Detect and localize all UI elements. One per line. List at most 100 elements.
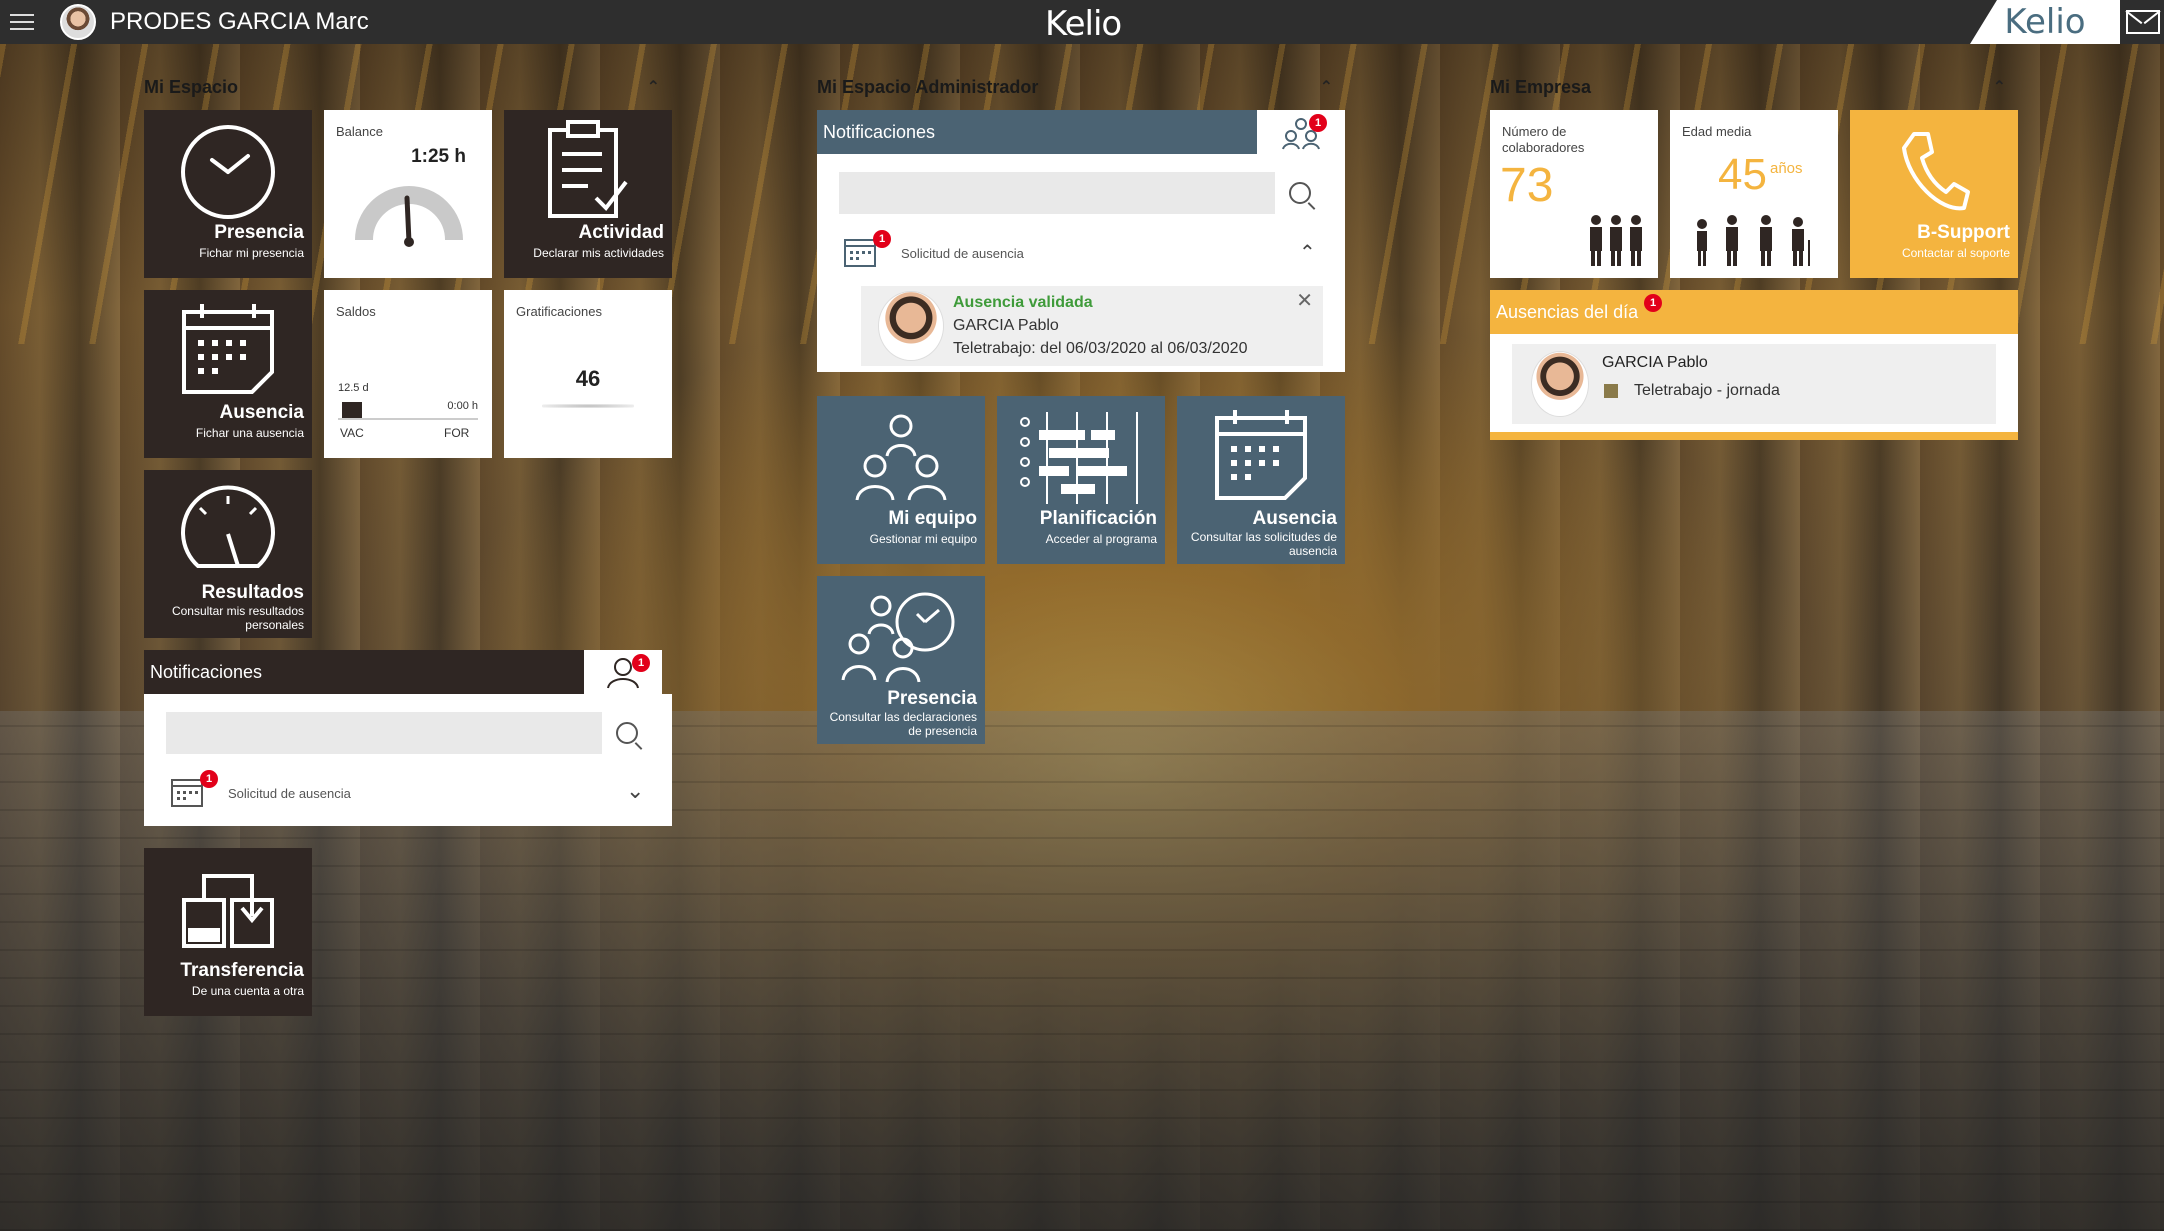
admin-notifications-body: 1 Solicitud de ausencia ⌃ Ausencia valid… xyxy=(817,154,1345,372)
user-name: PRODES GARCIA Marc xyxy=(110,8,369,35)
close-icon[interactable]: ✕ xyxy=(1296,288,1313,313)
people-icon xyxy=(1590,215,1642,266)
section-title: Mi Espacio Administrador xyxy=(817,76,1039,97)
tile-balance[interactable]: Balance 1:25 h xyxy=(324,110,492,278)
search-icon[interactable] xyxy=(1289,182,1311,204)
tile-title: Presencia xyxy=(214,222,304,243)
chevron-down-icon[interactable]: ⌄ xyxy=(626,778,644,804)
tile-subtitle: Fichar una ausencia xyxy=(195,426,304,440)
tile-transferencia[interactable]: Transferencia De una cuenta a otra xyxy=(144,848,312,1016)
search-input[interactable] xyxy=(839,172,1275,214)
ausencias-del-dia-header: Ausencias del día xyxy=(1490,290,2018,334)
divider xyxy=(542,404,634,408)
card-status: Ausencia validada xyxy=(953,294,1093,311)
notifications-title: Notificaciones xyxy=(150,661,263,682)
card-name: GARCIA Pablo xyxy=(953,317,1059,334)
tile-saldos[interactable]: Saldos 12.5 d 0:00 h VAC FOR xyxy=(324,290,492,458)
tile-mi-equipo[interactable]: Mi equipo Gestionar mi equipo xyxy=(817,396,985,564)
section-mi-espacio[interactable]: Mi Espacio ⌃ xyxy=(144,72,660,102)
tile-title: Resultados xyxy=(201,582,304,603)
tile-title: Ausencia xyxy=(1252,508,1337,529)
saldo-vac-label: VAC xyxy=(340,426,364,440)
notification-item-label[interactable]: Solicitud de ausencia xyxy=(901,246,1024,261)
avatar[interactable] xyxy=(60,4,96,40)
clipboard-icon xyxy=(548,120,628,218)
tile-title: Mi equipo xyxy=(888,508,977,529)
tile-title: Ausencia xyxy=(219,402,304,423)
notifications-body: 1 Solicitud de ausencia ⌄ xyxy=(144,694,672,826)
avatar xyxy=(1532,352,1588,416)
card-detail: Teletrabajo: del 06/03/2020 al 06/03/202… xyxy=(953,340,1248,357)
tile-subtitle: Consultar las declaraciones de presencia xyxy=(829,710,977,738)
notification-badge: 1 xyxy=(632,654,650,672)
menu-icon[interactable] xyxy=(0,0,44,44)
tile-title: Planificación xyxy=(1039,508,1157,529)
edad-value: 45 xyxy=(1718,150,1767,199)
tile-subtitle: Consultar mis resultados personales xyxy=(171,604,304,632)
chevron-up-icon[interactable]: ⌃ xyxy=(1320,77,1333,97)
chevron-up-icon[interactable]: ⌃ xyxy=(647,77,660,97)
notifications-tab[interactable]: 1 xyxy=(584,650,662,694)
calendar-icon xyxy=(1215,410,1307,500)
tile-subtitle: Declarar mis actividades xyxy=(533,246,664,260)
saldo-vac-value: 12.5 d xyxy=(338,382,369,394)
search-input[interactable] xyxy=(166,712,602,754)
tile-planificacion[interactable]: Planificación Acceder al programa xyxy=(997,396,1165,564)
section-title: Mi Empresa xyxy=(1490,76,1592,97)
tile-label: Número de colaboradores xyxy=(1502,124,1585,155)
notification-item-label[interactable]: Solicitud de ausencia xyxy=(228,786,351,801)
admin-notifications-tab[interactable]: 1 xyxy=(1257,110,1345,154)
notification-badge: 1 xyxy=(1309,114,1327,132)
tile-presencia[interactable]: Presencia Fichar mi presencia xyxy=(144,110,312,278)
item-badge: 1 xyxy=(873,230,891,248)
gratificaciones-value: 46 xyxy=(575,366,601,391)
tile-subtitle: Consultar las solicitudes de ausencia xyxy=(1190,530,1337,558)
tile-label: Balance xyxy=(336,124,383,139)
ausencias-title: Ausencias del día xyxy=(1496,301,1639,322)
clock-icon xyxy=(181,125,275,219)
notifications-header: Notificaciones xyxy=(144,650,584,694)
tile-b-support[interactable]: B-Support Contactar al soporte xyxy=(1850,110,2018,278)
chevron-up-icon[interactable]: ⌃ xyxy=(1299,240,1316,265)
tile-ausencia-admin[interactable]: Ausencia Consultar las solicitudes de au… xyxy=(1177,396,1345,564)
tile-resultados[interactable]: Resultados Consultar mis resultados pers… xyxy=(144,470,312,638)
age-people-icon xyxy=(1697,215,1810,266)
tile-gratificaciones[interactable]: Gratificaciones 46 xyxy=(504,290,672,458)
section-mi-espacio-admin[interactable]: Mi Espacio Administrador ⌃ xyxy=(817,72,1333,102)
section-title: Mi Espacio xyxy=(144,76,239,97)
saldo-vac-bar xyxy=(342,402,362,418)
kelio-logo-right: Kelio xyxy=(1970,0,2120,44)
saldo-for-value: 0:00 h xyxy=(447,400,478,412)
ausencia-card[interactable]: GARCIA Pablo Teletrabajo - jornada xyxy=(1512,344,1996,424)
tile-actividad[interactable]: Actividad Declarar mis actividades xyxy=(504,110,672,278)
ausencia-name: GARCIA Pablo xyxy=(1602,354,1708,371)
phone-icon xyxy=(1902,132,1970,211)
tile-edad-media[interactable]: Edad media 45 años xyxy=(1670,110,1838,278)
tile-presencia-admin[interactable]: Presencia Consultar las declaraciones de… xyxy=(817,576,985,744)
tile-subtitle: De una cuenta a otra xyxy=(191,984,304,998)
tile-title: Actividad xyxy=(578,222,664,243)
mail-icon[interactable] xyxy=(2126,10,2160,34)
chevron-up-icon[interactable]: ⌃ xyxy=(1993,77,2006,97)
tile-ausencia[interactable]: Ausencia Fichar una ausencia xyxy=(144,290,312,458)
colaboradores-value: 73 xyxy=(1500,159,1554,212)
status-color-square xyxy=(1604,384,1618,398)
tile-colaboradores[interactable]: Número de colaboradores 73 xyxy=(1490,110,1658,278)
team-clock-icon xyxy=(841,592,955,683)
search-icon[interactable] xyxy=(616,722,638,744)
admin-notifications-header: Notificaciones xyxy=(817,110,1257,154)
tile-label: Edad media xyxy=(1682,124,1752,139)
tile-label: Saldos xyxy=(336,304,376,319)
saldo-axis xyxy=(338,418,478,420)
ausencias-del-dia-body: GARCIA Pablo Teletrabajo - jornada xyxy=(1490,334,2018,440)
balance-value: 1:25 h xyxy=(411,146,466,167)
notifications-title: Notificaciones xyxy=(823,121,936,142)
tile-subtitle: Contactar al soporte xyxy=(1901,246,2010,260)
speedometer-icon xyxy=(181,485,275,568)
avatar xyxy=(879,292,943,360)
tile-title: Presencia xyxy=(887,688,977,709)
calendar-icon xyxy=(182,304,274,394)
section-mi-empresa[interactable]: Mi Empresa ⌃ xyxy=(1490,72,2006,102)
team-icon xyxy=(855,414,947,501)
notification-card[interactable]: Ausencia validada GARCIA Pablo Teletraba… xyxy=(861,286,1323,366)
